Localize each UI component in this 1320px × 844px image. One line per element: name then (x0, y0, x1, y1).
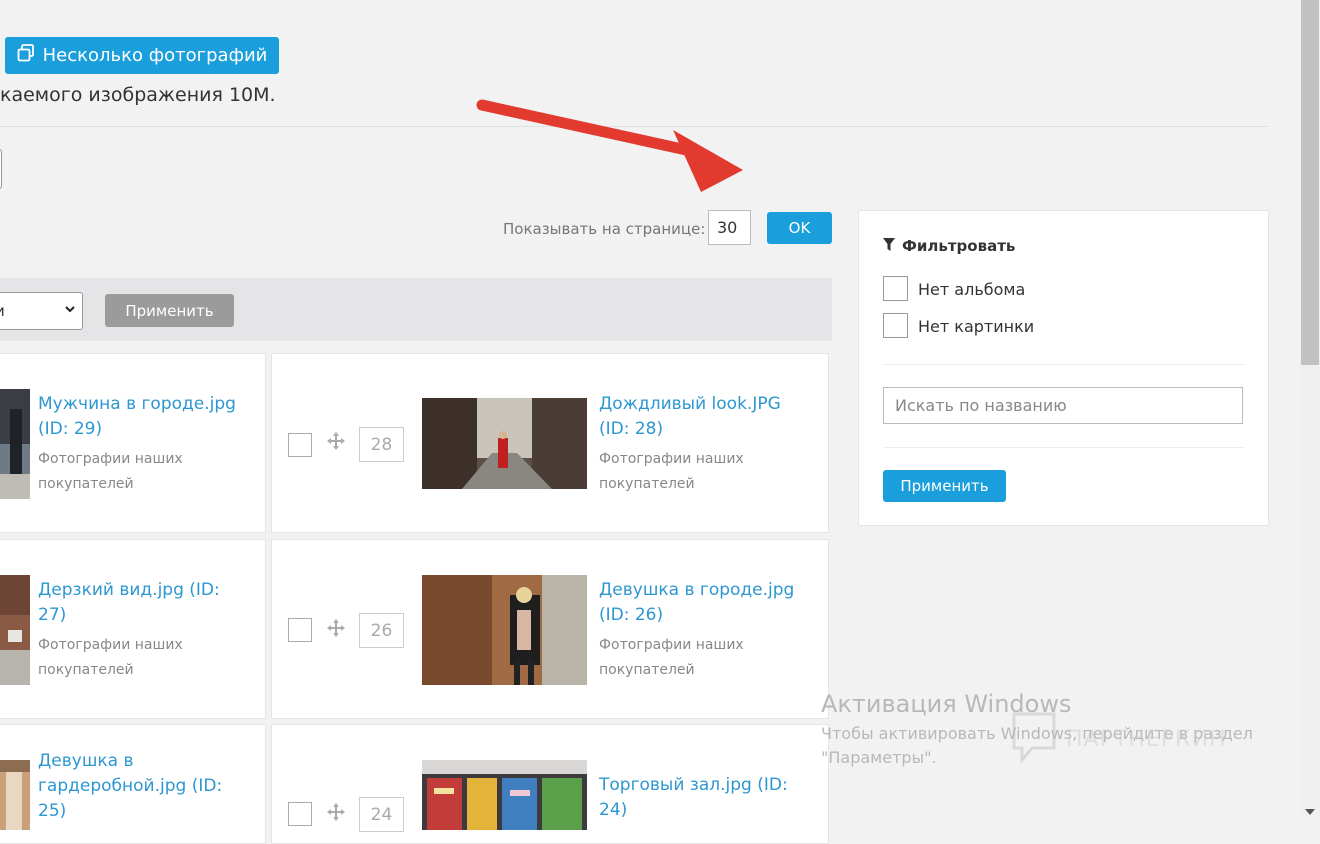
photo-title-link[interactable]: Дерзкий вид.jpg (ID: 27) (38, 578, 238, 628)
per-page-input[interactable] (708, 210, 751, 245)
photo-title-link[interactable]: Торговый зал.jpg (ID: 24) (599, 773, 799, 823)
no-picture-label: Нет картинки (918, 317, 1035, 336)
add-multiple-photos-button[interactable]: Несколько фотографий (5, 37, 279, 74)
filter-apply-button[interactable]: Применить (883, 470, 1006, 502)
photo-title-link[interactable]: Девушка в гардеробной.jpg (ID: 25) (38, 749, 238, 824)
photo-thumbnail[interactable] (422, 398, 587, 489)
bulk-apply-button[interactable]: Применить (105, 294, 234, 327)
red-arrow-annotation (476, 99, 743, 192)
photo-select-checkbox[interactable] (288, 433, 312, 457)
photo-thumbnail[interactable] (0, 575, 30, 685)
filter-icon (883, 236, 895, 255)
chevron-down-icon (64, 303, 76, 319)
brand-watermark: ПАРТНЕРКИН (1010, 710, 1227, 768)
no-picture-checkbox[interactable] (883, 313, 908, 338)
photo-card: 26 Девушка в городе.jpg (ID: 26) Фотограф… (271, 539, 829, 719)
photo-album: Фотографии наших покупателей (38, 451, 183, 492)
photo-thumbnail[interactable] (422, 575, 587, 685)
scroll-down-arrow-icon[interactable] (1304, 802, 1316, 821)
bulk-action-select[interactable]: и (0, 292, 83, 330)
partial-field[interactable] (0, 149, 2, 189)
photo-position-field[interactable]: 28 (359, 427, 404, 462)
photo-album: Фотографии наших покупателей (599, 451, 744, 492)
max-image-size-note: каемого изображения 10М. (0, 84, 276, 106)
drag-handle-icon[interactable] (326, 431, 346, 456)
per-page-ok-button[interactable]: OK (767, 212, 832, 244)
filter-divider (883, 364, 1245, 365)
photo-thumbnail[interactable] (0, 760, 30, 830)
photo-title-link[interactable]: Дождливый look.JPG (ID: 28) (599, 392, 799, 442)
photo-card: Девушка в гардеробной.jpg (ID: 25) (0, 724, 266, 844)
bulk-action-value: и (0, 302, 5, 320)
photo-album: Фотографии наших покупателей (599, 637, 744, 678)
drag-handle-icon[interactable] (326, 618, 346, 643)
per-page-label: Показывать на странице: (503, 220, 706, 238)
filter-title: Фильтровать (902, 236, 1016, 255)
filter-divider (883, 447, 1245, 448)
brand-watermark-text: ПАРТНЕРКИН (1066, 726, 1227, 752)
no-album-checkbox[interactable] (883, 276, 908, 301)
photo-position-field[interactable]: 24 (359, 797, 404, 832)
photo-card: 24 Торговый зал.jpg (ID: 24) (271, 724, 829, 844)
search-by-name-input[interactable] (883, 387, 1243, 424)
filter-header: Фильтровать (883, 236, 1015, 255)
scrollbar-thumb[interactable] (1301, 0, 1319, 365)
drag-handle-icon[interactable] (326, 802, 346, 827)
photo-title-link[interactable]: Девушка в городе.jpg (ID: 26) (599, 578, 799, 628)
photo-card: Мужчина в городе.jpg (ID: 29) Фотографии … (0, 353, 266, 533)
photo-thumbnail[interactable] (0, 389, 30, 499)
copy-icon (17, 44, 35, 67)
photo-thumbnail[interactable] (422, 760, 587, 830)
chat-bubble-icon (1010, 710, 1058, 768)
photo-select-checkbox[interactable] (288, 618, 312, 642)
no-album-label: Нет альбома (918, 280, 1026, 299)
photo-album: Фотографии наших покупателей (38, 637, 183, 678)
photo-card: 28 Дождливый look.JPG (ID: 28) Фотографии… (271, 353, 829, 533)
photo-card: Дерзкий вид.jpg (ID: 27) Фотографии наших… (0, 539, 266, 719)
photo-position-field[interactable]: 26 (359, 613, 404, 648)
photo-title-link[interactable]: Мужчина в городе.jpg (ID: 29) (38, 392, 238, 442)
filter-panel: Фильтровать Нет альбома Нет картинки При… (858, 210, 1269, 526)
photo-select-checkbox[interactable] (288, 802, 312, 826)
add-multiple-photos-label: Несколько фотографий (42, 45, 268, 66)
